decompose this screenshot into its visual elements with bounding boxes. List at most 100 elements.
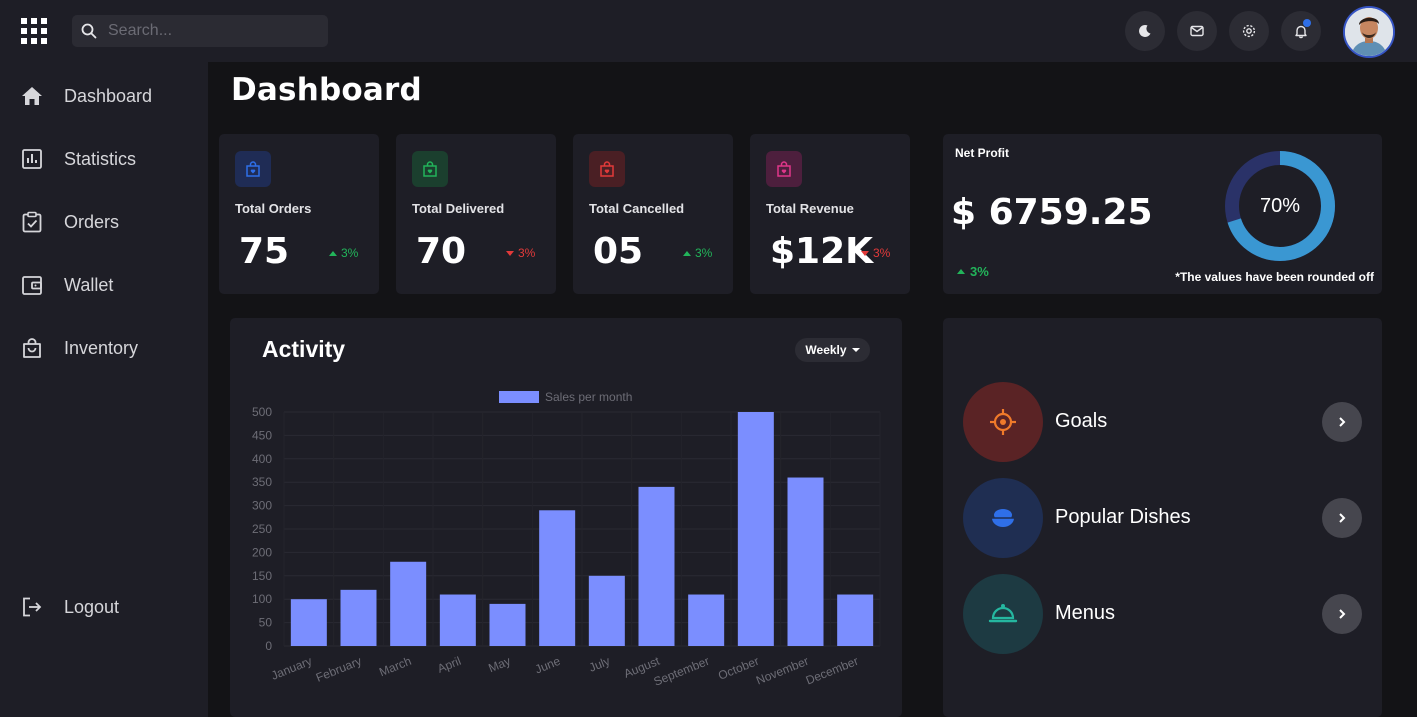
x-tick-label: May bbox=[486, 654, 512, 675]
y-tick-label: 200 bbox=[252, 545, 272, 559]
chevron-right-icon bbox=[1339, 417, 1346, 427]
trend-down-icon bbox=[861, 250, 869, 256]
avatar[interactable] bbox=[1343, 6, 1395, 58]
net-profit-donut: 70% bbox=[1225, 151, 1335, 261]
shopping-bag-icon bbox=[589, 151, 625, 187]
period-dropdown[interactable]: Weekly bbox=[795, 338, 870, 362]
stat-card-total-orders: Total Orders 75 3% bbox=[219, 134, 379, 294]
sidebar-item-inventory[interactable]: Inventory bbox=[0, 326, 208, 370]
notifications-button[interactable] bbox=[1281, 11, 1321, 51]
logout-label: Logout bbox=[64, 597, 120, 617]
dark-mode-toggle[interactable] bbox=[1125, 11, 1165, 51]
stat-value: 70 bbox=[416, 231, 467, 272]
trend-up-icon bbox=[683, 250, 691, 256]
apps-grid-icon[interactable] bbox=[21, 18, 47, 44]
trend-badge: 3% bbox=[957, 264, 989, 279]
menus-open-button[interactable] bbox=[1322, 594, 1362, 634]
trend-down-icon bbox=[506, 250, 514, 256]
stat-value: 75 bbox=[239, 231, 290, 272]
shopping-bag-icon bbox=[23, 338, 41, 358]
x-tick-label: March bbox=[377, 654, 413, 679]
y-tick-label: 350 bbox=[252, 475, 272, 489]
goals-open-button[interactable] bbox=[1322, 402, 1362, 442]
legend-label: Sales per month bbox=[545, 390, 632, 404]
x-tick-label: January bbox=[269, 654, 314, 683]
y-tick-label: 400 bbox=[252, 452, 272, 466]
statistics-icon bbox=[22, 149, 42, 169]
bar-december bbox=[837, 594, 874, 646]
sidebar-item-label: Wallet bbox=[64, 275, 114, 295]
stat-label: Total Delivered bbox=[412, 201, 505, 216]
sidebar-item-label: Orders bbox=[64, 212, 120, 232]
sidebar-item-label: Inventory bbox=[64, 338, 139, 358]
y-tick-label: 450 bbox=[252, 428, 272, 442]
y-tick-label: 500 bbox=[252, 405, 272, 419]
home-icon bbox=[22, 87, 42, 105]
shopping-bag-icon bbox=[235, 151, 271, 187]
quick-access-menus[interactable]: Menus bbox=[963, 574, 1363, 654]
activity-bar-chart: 0 50 100 150 200 250 300 350 400 450 500 January Feb… bbox=[252, 390, 881, 689]
bar-february bbox=[340, 589, 377, 646]
search-box bbox=[72, 15, 328, 47]
sidebar-item-wallet[interactable]: Wallet bbox=[0, 263, 208, 307]
quick-access-popular-dishes[interactable]: Popular Dishes bbox=[963, 478, 1363, 558]
bar-june bbox=[539, 510, 576, 646]
trend-badge: 3% bbox=[861, 246, 890, 260]
sidebar-item-dashboard[interactable]: Dashboard bbox=[0, 74, 208, 118]
chevron-right-icon bbox=[1339, 609, 1346, 619]
rounding-note: *The values have been rounded off bbox=[1175, 270, 1374, 284]
x-tick-label: November bbox=[754, 654, 811, 688]
notification-dot bbox=[1303, 19, 1311, 27]
bar-october bbox=[737, 412, 774, 646]
y-tick-label: 300 bbox=[252, 499, 272, 513]
quick-access-label: Menus bbox=[1055, 602, 1116, 624]
bar-august bbox=[638, 486, 675, 646]
stat-card-total-delivered: Total Delivered 70 3% bbox=[396, 134, 556, 294]
settings-button[interactable] bbox=[1229, 11, 1269, 51]
legend-swatch bbox=[499, 391, 539, 403]
search-icon bbox=[81, 23, 97, 39]
sidebar-item-statistics[interactable]: Statistics bbox=[0, 137, 208, 181]
moon-icon bbox=[1139, 24, 1151, 37]
bar-january bbox=[290, 599, 327, 646]
stat-label: Total Revenue bbox=[766, 201, 854, 216]
user-avatar-icon bbox=[1345, 8, 1393, 56]
stat-card-total-cancelled: Total Cancelled 05 3% bbox=[573, 134, 733, 294]
y-tick-label: 50 bbox=[259, 616, 273, 630]
shopping-bag-icon bbox=[766, 151, 802, 187]
stat-card-total-revenue: Total Revenue $12K 3% bbox=[750, 134, 910, 294]
net-profit-label: Net Profit bbox=[955, 146, 1009, 160]
gear-icon bbox=[1242, 24, 1256, 38]
sidebar-item-label: Dashboard bbox=[64, 86, 153, 106]
food-bowl-icon bbox=[963, 478, 1043, 558]
stat-value: $12K bbox=[770, 231, 874, 272]
y-tick-label: 250 bbox=[252, 522, 272, 536]
bar-april bbox=[439, 594, 476, 646]
quick-access-label: Goals bbox=[1055, 410, 1108, 432]
bar-march bbox=[390, 561, 427, 646]
shopping-bag-icon bbox=[412, 151, 448, 187]
quick-access-card: Goals Popular Dishes Menus bbox=[943, 318, 1382, 717]
sidebar-item-orders[interactable]: Orders bbox=[0, 200, 208, 244]
quick-access-label: Popular Dishes bbox=[1055, 506, 1191, 528]
messages-button[interactable] bbox=[1177, 11, 1217, 51]
logout-button[interactable]: Logout bbox=[0, 585, 208, 629]
logout-icon bbox=[23, 597, 42, 617]
serving-cloche-icon bbox=[963, 574, 1043, 654]
target-icon bbox=[963, 382, 1043, 462]
x-tick-label: December bbox=[804, 654, 861, 688]
search-input[interactable] bbox=[108, 15, 318, 47]
stat-label: Total Cancelled bbox=[589, 201, 685, 216]
quick-access-goals[interactable]: Goals bbox=[963, 382, 1363, 462]
x-tick-label: June bbox=[533, 654, 563, 677]
net-profit-card: Net Profit $ 6759.25 3% 70% *The values … bbox=[943, 134, 1382, 294]
chevron-right-icon bbox=[1339, 513, 1346, 523]
stat-label: Total Orders bbox=[235, 201, 312, 216]
caret-down-icon bbox=[851, 348, 860, 352]
trend-badge: 3% bbox=[683, 246, 712, 260]
popular-dishes-open-button[interactable] bbox=[1322, 498, 1362, 538]
bar-november bbox=[787, 477, 824, 646]
y-tick-label: 0 bbox=[265, 639, 272, 653]
x-tick-label: April bbox=[435, 654, 463, 676]
net-profit-value: $ 6759.25 bbox=[951, 192, 1153, 233]
